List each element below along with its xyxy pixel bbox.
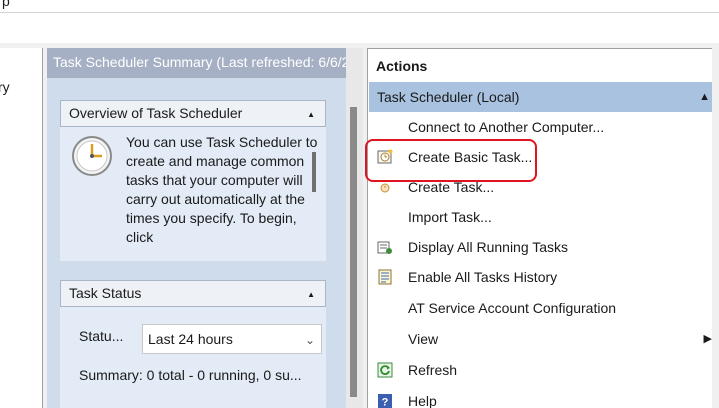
- action-connect-computer[interactable]: Connect to Another Computer...: [368, 112, 719, 142]
- status-period-select[interactable]: Last 24 hours ⌄: [142, 324, 322, 354]
- status-period-value: Last 24 hours: [148, 331, 233, 347]
- menu-bar: p: [0, 0, 719, 13]
- action-at-service-account[interactable]: AT Service Account Configuration: [368, 293, 719, 323]
- action-label: Import Task...: [408, 209, 492, 225]
- summary-scrollbar-thumb[interactable]: [350, 107, 357, 397]
- action-label: Connect to Another Computer...: [408, 119, 605, 135]
- toolbar: [0, 13, 719, 43]
- action-label: Display All Running Tasks: [408, 239, 569, 255]
- action-help[interactable]: ? Help: [368, 386, 719, 408]
- action-label: Enable All Tasks History: [408, 269, 558, 285]
- clock-icon: [72, 136, 112, 176]
- collapse-up-icon[interactable]: ▲: [307, 102, 315, 127]
- overview-content: You can use Task Scheduler to create and…: [60, 127, 326, 261]
- console-tree-pane: ry: [0, 48, 43, 408]
- action-label: AT Service Account Configuration: [408, 300, 617, 316]
- action-display-running-tasks[interactable]: Display All Running Tasks: [368, 232, 719, 262]
- actions-group-header[interactable]: Task Scheduler (Local) ▲: [369, 82, 719, 112]
- action-enable-tasks-history[interactable]: Enable All Tasks History: [368, 262, 719, 292]
- status-summary: Summary: 0 total - 0 running, 0 su...: [79, 367, 302, 383]
- summary-scrollbar[interactable]: [346, 48, 363, 408]
- highlight-annotation: [365, 139, 537, 182]
- refresh-icon: [377, 362, 393, 378]
- tasks-history-icon: [378, 269, 392, 285]
- action-view[interactable]: View ▶: [368, 324, 719, 354]
- status-label: Statu...: [79, 328, 124, 344]
- actions-group-label: Task Scheduler (Local): [377, 89, 520, 105]
- chevron-down-icon: ⌄: [304, 333, 315, 347]
- overview-section-header[interactable]: Overview of Task Scheduler ▲: [60, 100, 326, 127]
- task-status-content: Statu... Last 24 hours ⌄ Summary: 0 tota…: [60, 307, 326, 408]
- summary-header: Task Scheduler Summary (Last refreshed: …: [47, 48, 363, 78]
- svg-text:?: ?: [382, 397, 389, 408]
- action-label: View: [408, 331, 439, 347]
- action-import-task[interactable]: Import Task...: [368, 202, 719, 232]
- summary-pane: Task Scheduler Summary (Last refreshed: …: [47, 48, 363, 408]
- overview-section-title: Overview of Task Scheduler: [69, 105, 243, 121]
- running-tasks-icon: [377, 241, 392, 254]
- actions-scrollbar[interactable]: [712, 48, 719, 408]
- action-label: Refresh: [408, 362, 458, 378]
- collapse-up-icon[interactable]: ▲: [699, 82, 710, 112]
- tree-item-fragment[interactable]: ry: [0, 79, 10, 95]
- action-label: Help: [408, 393, 437, 408]
- menu-item-fragment[interactable]: p: [2, 0, 10, 9]
- collapse-up-icon[interactable]: ▲: [307, 282, 315, 307]
- submenu-arrow-icon: ▶: [703, 333, 712, 345]
- overview-description: You can use Task Scheduler to create and…: [126, 134, 318, 245]
- help-icon: ?: [378, 394, 392, 408]
- actions-title: Actions: [376, 58, 428, 74]
- task-status-title: Task Status: [69, 285, 142, 301]
- task-status-section-header[interactable]: Task Status ▲: [60, 280, 326, 307]
- actions-pane: Actions Task Scheduler (Local) ▲ Connect…: [367, 48, 719, 408]
- action-refresh[interactable]: Refresh: [368, 355, 719, 385]
- overview-scrollbar-thumb[interactable]: [312, 152, 316, 192]
